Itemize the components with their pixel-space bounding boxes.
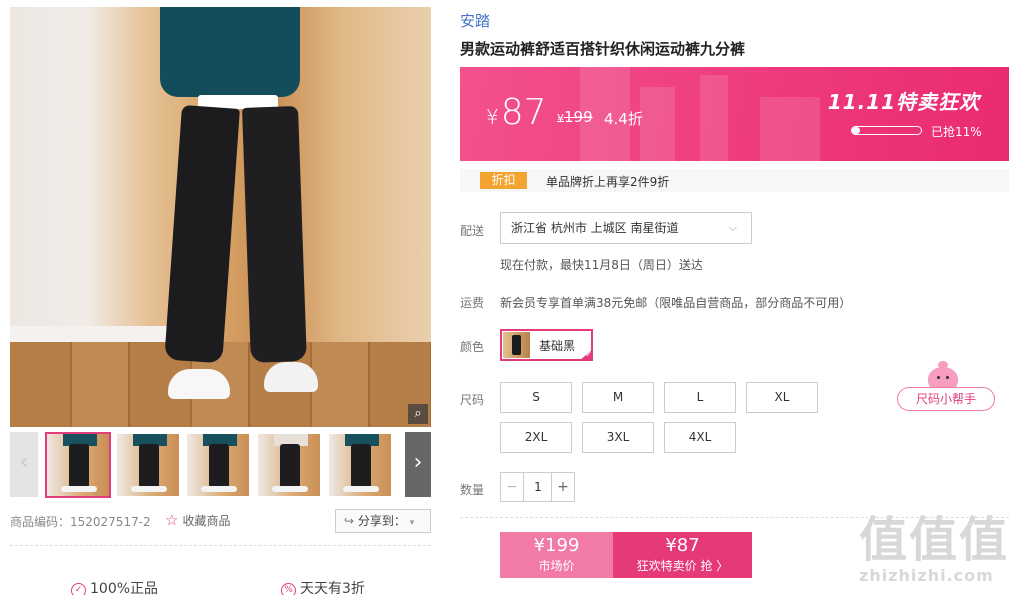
- event-logo: 11.11特卖狂欢: [827, 90, 980, 114]
- star-icon: ☆: [165, 511, 179, 529]
- quantity-label: 数量: [460, 483, 485, 497]
- share-label: 分享到：: [357, 514, 406, 528]
- thumbnail[interactable]: [45, 432, 111, 498]
- wall-skirting: [10, 326, 190, 342]
- color-label: 颜色: [460, 340, 485, 354]
- plus-icon[interactable]: +: [551, 473, 574, 501]
- guarantee-daily-discount[interactable]: % 天天有3折: [281, 578, 365, 595]
- model-pants-right-leg: [242, 106, 307, 363]
- size-option-s[interactable]: S: [500, 382, 572, 413]
- discount-text: 单品牌折上再享2件9折: [546, 175, 670, 189]
- search-icon[interactable]: ⌕: [408, 404, 428, 424]
- sale-price: ¥87: [665, 535, 700, 556]
- discount-strip: 折扣 单品牌折上再享2件9折: [460, 169, 1009, 192]
- size-option-2xl[interactable]: 2XL: [500, 422, 572, 453]
- minus-icon[interactable]: −: [501, 473, 524, 501]
- quantity-value[interactable]: 1: [524, 473, 552, 501]
- share-button[interactable]: ↪ 分享到： ▾: [335, 509, 431, 533]
- shipping-address-select[interactable]: 浙江省 杭州市 上城区 南星街道 ⌵: [500, 212, 752, 244]
- market-price-block: ¥199 市场价: [500, 532, 613, 578]
- size-option-3xl[interactable]: 3XL: [582, 422, 654, 453]
- color-option-label: 基础黑: [539, 339, 576, 353]
- model-pants-left-leg: [164, 104, 240, 364]
- guarantee-authentic-label: 100%正品: [90, 581, 159, 595]
- size-option-l[interactable]: L: [664, 382, 736, 413]
- size-option-xl[interactable]: XL: [746, 382, 818, 413]
- buy-now-button[interactable]: ¥87 狂欢特卖价 抢 〉: [613, 532, 752, 578]
- brand-link[interactable]: 安踏: [460, 10, 490, 31]
- thumbnail[interactable]: [329, 434, 391, 496]
- shipping-address: 浙江省 杭州市 上城区 南星街道: [511, 221, 679, 235]
- main-product-image[interactable]: ⌕: [10, 7, 431, 427]
- sold-progress-text: 已抢11%: [931, 125, 982, 139]
- thumbnail-strip: ‹ ›: [10, 432, 431, 498]
- model-shoe-left: [168, 369, 230, 399]
- freight-text: 新会员专享首单满38元免邮（限唯品自营商品，部分商品不可用）: [500, 296, 852, 310]
- original-price-value: 199: [564, 108, 593, 126]
- percent-icon: %: [281, 583, 296, 595]
- size-label: 尺码: [460, 393, 485, 407]
- promo-banner: ¥87 ¥199 4.4折 11.11特卖狂欢 已抢11%: [460, 67, 1009, 161]
- sku-code: 商品编码：152027517-2: [10, 515, 151, 529]
- thumbnail[interactable]: [117, 434, 179, 496]
- freight-label: 运费: [460, 296, 485, 310]
- thumbnail[interactable]: [187, 434, 249, 496]
- favorite-label: 收藏商品: [182, 514, 231, 528]
- chevron-down-icon: ▾: [409, 518, 415, 528]
- thumbnail[interactable]: [258, 434, 320, 496]
- discount-rate: 4.4折: [604, 110, 643, 128]
- product-title: 男款运动裤舒适百搭针织休闲运动裤九分裤: [460, 40, 746, 58]
- model-shoe-right: [264, 362, 318, 392]
- site-watermark: 值值值 zhizhizhi.com: [859, 514, 1009, 585]
- color-option-black[interactable]: 基础黑 ✓: [500, 329, 593, 361]
- size-option-m[interactable]: M: [582, 382, 654, 413]
- sold-progress-bar: [851, 126, 922, 135]
- chevron-left-icon[interactable]: ‹: [10, 432, 38, 497]
- size-option-4xl[interactable]: 4XL: [664, 422, 736, 453]
- color-swatch-image: [503, 332, 530, 358]
- watermark-logo: 值值值: [859, 512, 1009, 568]
- chevron-down-icon: ⌵: [728, 221, 737, 234]
- divider: [10, 545, 431, 546]
- discount-tag: 折扣: [480, 172, 527, 189]
- shield-icon: ✓: [71, 583, 86, 595]
- buy-now-label: 狂欢特卖价 抢 〉: [636, 559, 729, 573]
- current-price-value: 87: [500, 92, 547, 133]
- quantity-stepper: − 1 +: [500, 472, 575, 502]
- watermark-url: zhizhizhi.com: [859, 566, 994, 585]
- guarantee-daily-discount-label: 天天有3折: [300, 581, 365, 595]
- shipping-label: 配送: [460, 224, 485, 238]
- shipping-eta: 现在付款，最快11月8日（周日）送达: [500, 258, 703, 272]
- sold-progress-fill: [852, 127, 860, 134]
- market-price: ¥199: [533, 535, 580, 556]
- market-price-label: 市场价: [538, 559, 575, 573]
- original-price: ¥199: [557, 108, 593, 126]
- size-helper-button[interactable]: 尺码小帮手: [897, 387, 995, 411]
- model-sweater: [160, 7, 300, 97]
- guarantee-authentic[interactable]: ✓ 100%正品: [71, 578, 158, 595]
- current-price: ¥87: [486, 92, 547, 133]
- favorite-button[interactable]: ☆ 收藏商品: [165, 511, 230, 529]
- check-icon: ✓: [579, 349, 593, 361]
- share-icon: ↪: [344, 514, 355, 528]
- chevron-right-icon[interactable]: ›: [405, 432, 431, 497]
